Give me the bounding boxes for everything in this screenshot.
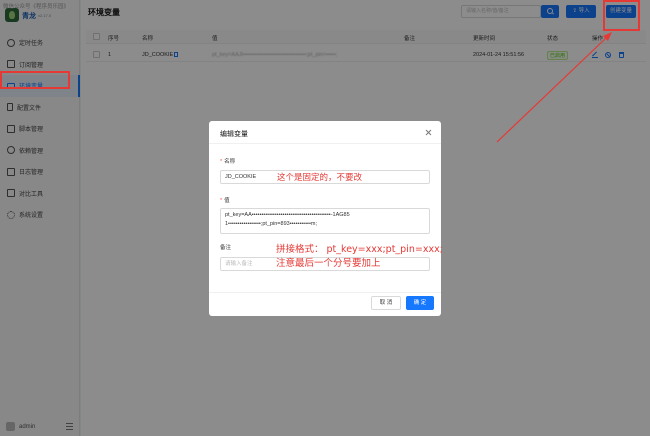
- annotation-arrow: [496, 32, 612, 143]
